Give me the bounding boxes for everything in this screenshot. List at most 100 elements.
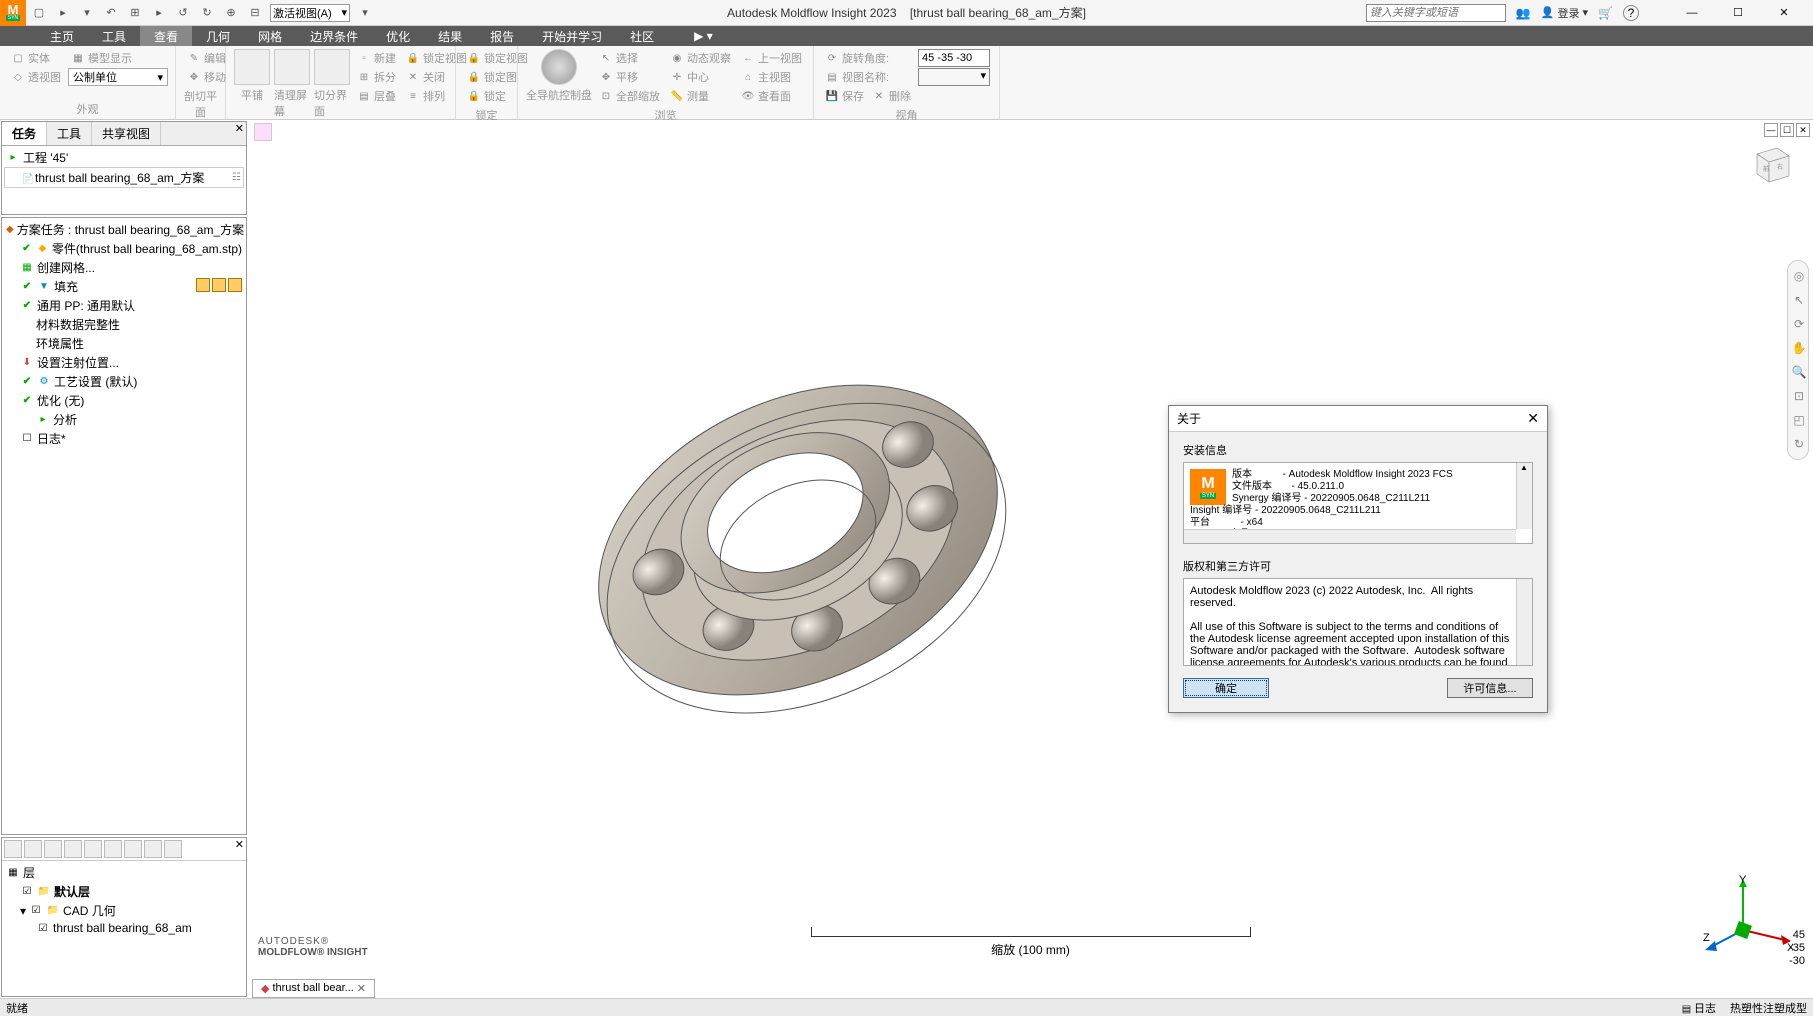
task-root[interactable]: ◆方案任务 : thrust ball bearing_68_am_方案: [4, 220, 244, 239]
menu-play-icon[interactable]: ▶ ▾: [680, 26, 727, 46]
lyr-btn-2[interactable]: [24, 840, 42, 858]
about-info-hscroll[interactable]: [1184, 529, 1516, 543]
tab-tools[interactable]: 工具: [47, 122, 92, 145]
qat-activeview-combo[interactable]: 激活视图(A)▾: [270, 4, 350, 22]
lyr-btn-3[interactable]: [44, 840, 62, 858]
task-matdata[interactable]: 材料数据完整性: [4, 315, 244, 334]
task-opt[interactable]: ✔优化 (无): [4, 391, 244, 410]
rt-zoom-icon[interactable]: 🔍: [1790, 363, 1808, 381]
task-analysis[interactable]: ▸分析: [4, 410, 244, 429]
rb-cascade[interactable]: ▤层叠: [354, 87, 399, 105]
rb-viewname-combo[interactable]: ▾: [918, 68, 990, 86]
menu-mesh[interactable]: 网格: [244, 26, 296, 46]
viewport-tab-close-icon[interactable]: ✕: [357, 982, 366, 995]
rb-navwheel[interactable]: 全导航控制盘: [526, 49, 592, 103]
rb-select[interactable]: ↖选择: [596, 49, 663, 67]
lyr-btn-1[interactable]: [4, 840, 22, 858]
rb-new[interactable]: ▫新建: [354, 49, 399, 67]
rb-center[interactable]: ✛中心: [667, 68, 734, 86]
rb-split[interactable]: 切分界面: [314, 49, 350, 119]
vp-tool-icon[interactable]: [254, 123, 272, 141]
rb-zoomall[interactable]: ⊡全部缩放: [596, 87, 663, 105]
rb-delview[interactable]: ✕删除: [869, 87, 914, 105]
rt-refresh-icon[interactable]: ↻: [1790, 435, 1808, 453]
lyr-btn-8[interactable]: [144, 840, 162, 858]
task-env[interactable]: 环境属性: [4, 334, 244, 353]
lyr-btn-4[interactable]: [64, 840, 82, 858]
status-log[interactable]: ▤ 日志: [1682, 1000, 1716, 1016]
qat-save-icon[interactable]: ▾: [78, 4, 96, 22]
rb-pan[interactable]: ✥平移: [596, 68, 663, 86]
rt-orbit-icon[interactable]: ◎: [1790, 267, 1808, 285]
qat-redo-icon[interactable]: ⊞: [126, 4, 144, 22]
rb-lookat[interactable]: 👁查看面: [738, 87, 805, 105]
task-pp[interactable]: ✔通用 PP: 通用默认: [4, 296, 244, 315]
rt-rotate-icon[interactable]: ⟳: [1790, 315, 1808, 333]
menu-report[interactable]: 报告: [476, 26, 528, 46]
rb-split2[interactable]: ⊞拆分: [354, 68, 399, 86]
close-button[interactable]: ✕: [1761, 1, 1807, 25]
task-log[interactable]: ☐日志*: [4, 429, 244, 448]
vp-min-icon[interactable]: —: [1764, 123, 1778, 137]
about-ok-button[interactable]: 确定: [1183, 678, 1269, 698]
rt-window-icon[interactable]: ◰: [1790, 411, 1808, 429]
qat-more-icon[interactable]: ▾: [356, 4, 374, 22]
vp-close-icon[interactable]: ✕: [1796, 123, 1810, 137]
rb-cleanup[interactable]: 清理屏幕: [274, 49, 310, 119]
rb-measure[interactable]: 📏测量: [667, 87, 734, 105]
qat-b-icon[interactable]: ↻: [198, 4, 216, 22]
qat-open-icon[interactable]: ▸: [54, 4, 72, 22]
rb-move[interactable]: ✥移动: [184, 68, 229, 86]
lyr-btn-7[interactable]: [124, 840, 142, 858]
rb-edit[interactable]: ✎编辑: [184, 49, 229, 67]
qat-d-icon[interactable]: ⊟: [246, 4, 264, 22]
help-icon[interactable]: ?: [1623, 5, 1639, 21]
menu-view[interactable]: 查看: [140, 26, 192, 46]
rt-select-icon[interactable]: ↖: [1790, 291, 1808, 309]
rb-saveview[interactable]: 💾保存: [822, 87, 867, 105]
rb-tile[interactable]: 平铺: [234, 49, 270, 103]
lyr-btn-5[interactable]: [84, 840, 102, 858]
qat-c-icon[interactable]: ⊕: [222, 4, 240, 22]
menu-boundary[interactable]: 边界条件: [296, 26, 372, 46]
project-file[interactable]: 📄thrust ball bearing_68_am_方案☷: [4, 167, 244, 188]
rb-homeview[interactable]: ⌂主视图: [738, 68, 805, 86]
login-button[interactable]: 👤登录▾: [1541, 5, 1588, 21]
rb-perspective[interactable]: ◇透视图: [8, 68, 64, 86]
tab-shared[interactable]: 共享视图: [92, 122, 161, 145]
rb-solid[interactable]: ▢实体: [8, 49, 64, 67]
menu-geometry[interactable]: 几何: [192, 26, 244, 46]
qat-new-icon[interactable]: ▢: [30, 4, 48, 22]
tab-tasks[interactable]: 任务: [2, 122, 47, 145]
task-part[interactable]: ✔◆零件(thrust ball bearing_68_am.stp): [4, 239, 244, 258]
maximize-button[interactable]: ☐: [1715, 1, 1761, 25]
search-input[interactable]: [1366, 4, 1506, 22]
menu-home[interactable]: 主页: [36, 26, 88, 46]
rt-pan-icon[interactable]: ✋: [1790, 339, 1808, 357]
rb-angle-input[interactable]: [918, 49, 990, 67]
lyr-btn-9[interactable]: [164, 840, 182, 858]
task-mesh[interactable]: ▦创建网格...: [4, 258, 244, 277]
about-license-button[interactable]: 许可信息...: [1447, 678, 1533, 698]
viewcube[interactable]: 前右: [1745, 138, 1795, 188]
menu-start[interactable]: 开始并学习: [528, 26, 616, 46]
qat-a-icon[interactable]: ↺: [174, 4, 192, 22]
rb-modeldisp[interactable]: ▦模型显示: [68, 49, 168, 67]
about-info-vscroll[interactable]: [1516, 463, 1532, 529]
vp-max-icon[interactable]: ☐: [1780, 123, 1794, 137]
menu-community[interactable]: 社区: [616, 26, 668, 46]
rb-dynview[interactable]: ◉动态观察: [667, 49, 734, 67]
rb-prevview[interactable]: ←上一视图: [738, 49, 805, 67]
status-mode[interactable]: 热塑性注塑成型: [1730, 1000, 1807, 1016]
lyr-btn-6[interactable]: [104, 840, 122, 858]
task-panel-close-icon[interactable]: ✕: [235, 122, 244, 135]
about-close-icon[interactable]: ✕: [1527, 410, 1539, 427]
task-process[interactable]: ✔⚙工艺设置 (默认): [4, 372, 244, 391]
layer-root[interactable]: ▦层: [4, 863, 244, 882]
viewport-3d[interactable]: — ☐ ✕: [248, 120, 1813, 998]
layer-part[interactable]: ☑thrust ball bearing_68_am: [4, 920, 244, 936]
task-inject[interactable]: ⬇设置注射位置...: [4, 353, 244, 372]
layer-default[interactable]: ☑📁默认层: [4, 882, 244, 901]
layer-panel-close-icon[interactable]: ✕: [235, 838, 244, 851]
project-root[interactable]: ▸工程 '45': [4, 148, 244, 167]
